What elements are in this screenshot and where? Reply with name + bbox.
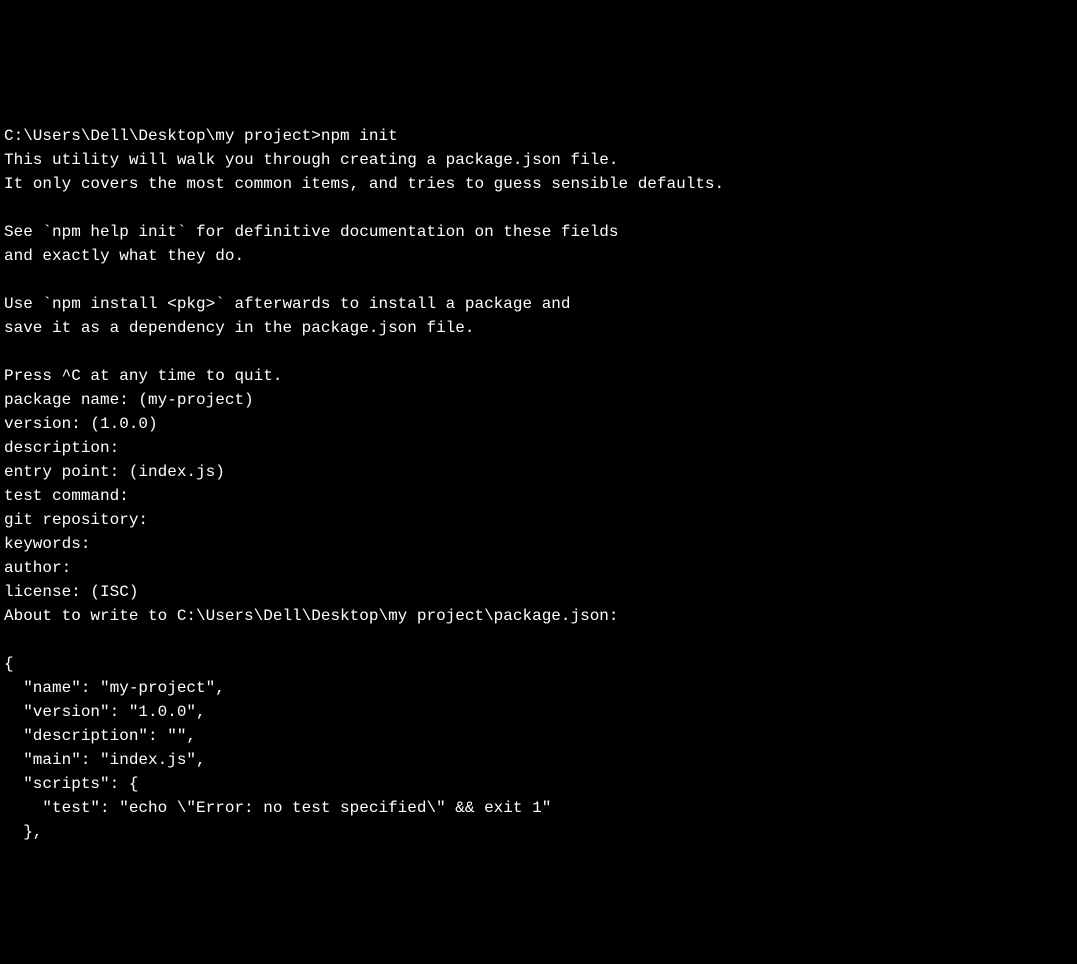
- terminal-line: Use `npm install <pkg>` afterwards to in…: [4, 292, 1073, 316]
- json-line: {: [4, 652, 1073, 676]
- terminal-prompt-version: version: (1.0.0): [4, 412, 1073, 436]
- terminal-prompt-line: C:\Users\Dell\Desktop\my project>npm ini…: [4, 124, 1073, 148]
- terminal-line: [4, 268, 1073, 292]
- terminal-prompt-license: license: (ISC): [4, 580, 1073, 604]
- terminal-line: [4, 340, 1073, 364]
- json-line: "name": "my-project",: [4, 676, 1073, 700]
- terminal-line: [4, 628, 1073, 652]
- json-line: "version": "1.0.0",: [4, 700, 1073, 724]
- terminal-line: It only covers the most common items, an…: [4, 172, 1073, 196]
- json-line: "scripts": {: [4, 772, 1073, 796]
- terminal-prompt-keywords: keywords:: [4, 532, 1073, 556]
- json-line: "main": "index.js",: [4, 748, 1073, 772]
- json-line: "description": "",: [4, 724, 1073, 748]
- terminal-line: About to write to C:\Users\Dell\Desktop\…: [4, 604, 1073, 628]
- terminal-prompt-package-name: package name: (my-project): [4, 388, 1073, 412]
- terminal-output[interactable]: C:\Users\Dell\Desktop\my project>npm ini…: [4, 100, 1073, 844]
- terminal-line: Press ^C at any time to quit.: [4, 364, 1073, 388]
- terminal-prompt-description: description:: [4, 436, 1073, 460]
- terminal-prompt-test-command: test command:: [4, 484, 1073, 508]
- terminal-prompt-author: author:: [4, 556, 1073, 580]
- json-line: },: [4, 820, 1073, 844]
- terminal-line: See `npm help init` for definitive docum…: [4, 220, 1073, 244]
- terminal-line: and exactly what they do.: [4, 244, 1073, 268]
- json-line: "test": "echo \"Error: no test specified…: [4, 796, 1073, 820]
- terminal-prompt-git-repository: git repository:: [4, 508, 1073, 532]
- terminal-line: This utility will walk you through creat…: [4, 148, 1073, 172]
- terminal-prompt-entry-point: entry point: (index.js): [4, 460, 1073, 484]
- terminal-line: save it as a dependency in the package.j…: [4, 316, 1073, 340]
- terminal-line: [4, 196, 1073, 220]
- terminal-line: [4, 100, 1073, 124]
